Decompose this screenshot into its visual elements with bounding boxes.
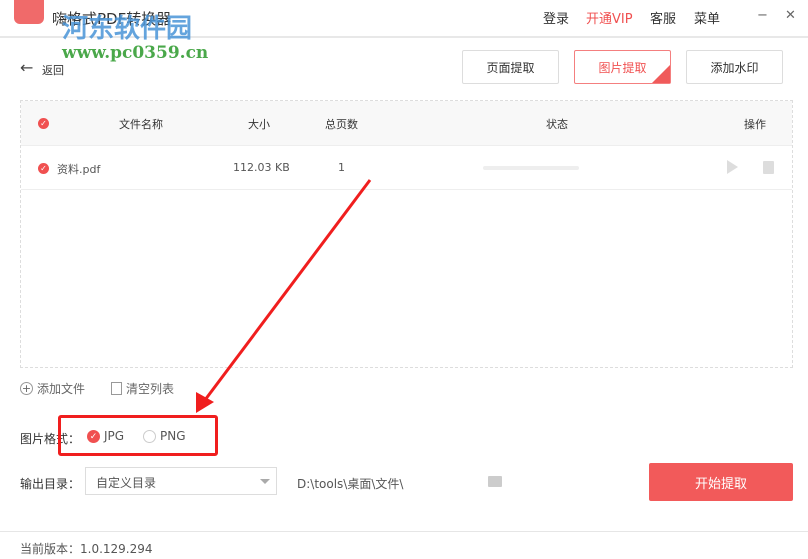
arrow-line [203, 179, 372, 401]
annotation-arrow [196, 179, 372, 413]
arrow-head [196, 392, 214, 413]
